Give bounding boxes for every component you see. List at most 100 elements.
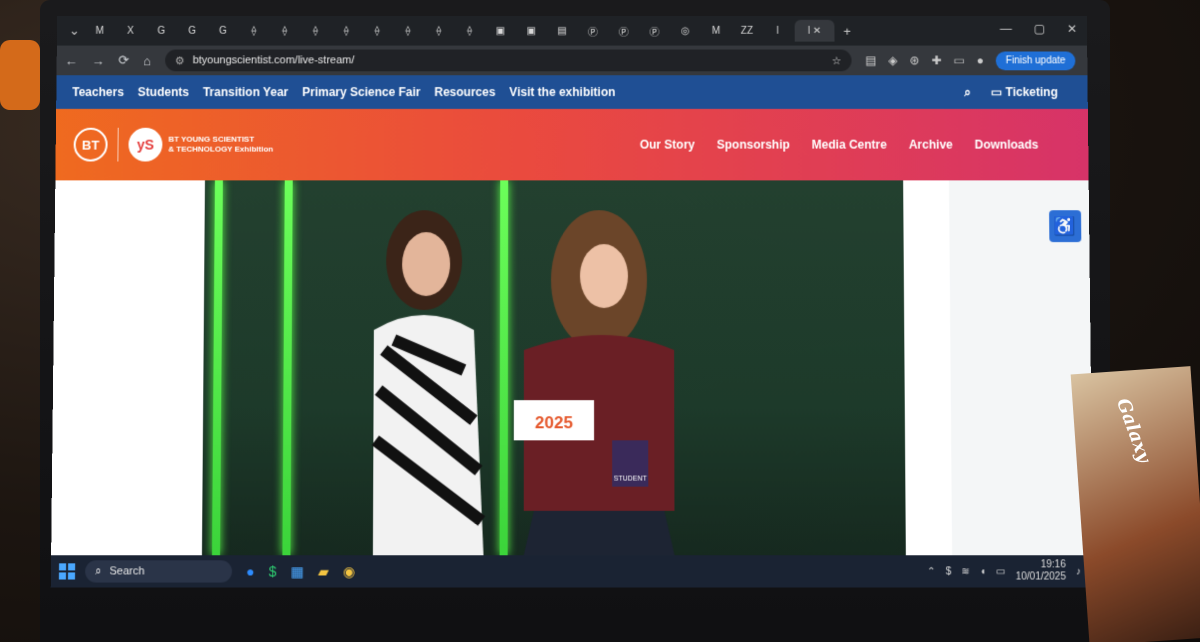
system-tray: ⌃ $ ≋ ◖ ▭ 19:16 10/01/2025 ♪ [927,559,1081,583]
search-icon: ⌕ [95,564,102,577]
extension-icon[interactable]: ▤ [865,53,876,67]
browser-tab[interactable]: G [209,20,237,42]
site-info-icon[interactable]: ⚙ [175,54,185,67]
stage-light-bar [212,180,223,556]
browser-tab[interactable]: ⟠ [456,20,484,42]
home-icon[interactable]: ⌂ [143,53,151,68]
mainnav-link[interactable]: Our Story [640,138,695,152]
address-bar: ← → ⟳ ⌂ ⚙ btyoungscientist.com/live-stre… [56,45,1088,76]
logo-divider [117,127,119,162]
card-year-text: 2025 [535,413,573,432]
taskbar-search[interactable]: ⌕ Search [85,560,233,583]
minimize-icon[interactable]: — [1000,22,1012,36]
topnav-link[interactable]: Teachers [72,85,124,99]
browser-tab[interactable]: ⟠ [301,20,329,42]
forward-icon[interactable]: → [91,53,104,68]
reload-icon[interactable]: ⟳ [118,52,129,68]
desk-cup [0,40,40,110]
live-stream-video[interactable]: STUDENT 2025 [201,180,906,556]
bookmark-star-icon[interactable]: ☆ [831,54,841,67]
close-icon[interactable]: ✕ [1067,22,1077,36]
site-top-nav: Teachers Students Transition Year Primary S… [56,75,1088,109]
url-input[interactable]: ⚙ btyoungscientist.com/live-stream/ ☆ [164,49,852,72]
topnav-link[interactable]: Resources [434,85,495,99]
active-tab[interactable]: l ✕ [794,19,835,42]
live-stream-area: STUDENT 2025 ♿ [51,180,1093,556]
maximize-icon[interactable]: ▢ [1034,22,1045,36]
battery-icon[interactable]: ▭ [996,566,1006,577]
topnav-link[interactable]: Primary Science Fair [302,85,420,99]
bt-logo[interactable]: BT [73,127,108,162]
student-figure: STUDENT 2025 [513,210,675,556]
new-tab-button[interactable]: + [843,23,851,38]
site-search-icon[interactable]: ⌕ [964,85,971,100]
taskbar-apps: ● $ ▦ ▰ ◉ [246,563,355,580]
browser-tab[interactable]: ⟠ [394,20,422,42]
browser-tab[interactable]: l [764,20,792,42]
topnav-link[interactable]: Transition Year [203,85,289,99]
site-header: BT yS BT YOUNG SCIENTIST & TECHNOLOGY Ex… [55,108,1089,181]
mainnav-link[interactable]: Archive [909,138,953,152]
url-text: btyoungscientist.com/live-stream/ [192,54,355,67]
windows-taskbar: ⌕ Search ● $ ▦ ▰ ◉ ⌃ $ ≋ ◖ ▭ 19:16 10/01… [50,555,1094,588]
dollar-icon[interactable]: $ [946,566,952,577]
window-controls: — ▢ ✕ [1000,22,1077,36]
browser-tab[interactable]: ◎ [671,20,699,42]
right-white-panel: ♿ [949,180,1093,556]
tab-search-icon[interactable]: ⌄ [69,23,80,39]
pdf-extension-icon[interactable]: ◈ [888,53,897,67]
presenter-figure [353,210,504,556]
browser-tab[interactable]: Ⓟ [610,20,638,42]
accessibility-icon[interactable]: ♿ [1049,210,1082,243]
browser-tab-strip: ⌄ M X G G G ⟠ ⟠ ⟠ ⟠ ⟠ ⟠ ⟠ ⟠ ▣ ▣ ▤ Ⓟ Ⓟ Ⓟ ◎ M ZZ l l ✕ + — ▢ ✕ [56,15,1088,46]
brand-text: BT YOUNG SCIENTIST & TECHNOLOGY Exhibiti… [168,134,274,154]
browser-tab[interactable]: ⟠ [363,20,391,42]
file-explorer-icon[interactable]: ▰ [318,563,329,580]
browser-tab[interactable]: G [147,20,175,42]
browser-tab[interactable]: M [702,20,730,42]
notification-bell-icon[interactable]: ♪ [1076,566,1081,577]
extension-icons: ▤ ◈ ⊛ ✚ ▭ ● [865,53,984,67]
laptop-screen: ⌄ M X G G G ⟠ ⟠ ⟠ ⟠ ⟠ ⟠ ⟠ ⟠ ▣ ▣ ▤ Ⓟ Ⓟ Ⓟ ◎ M ZZ l l ✕ + — ▢ ✕ ←… [50,15,1094,588]
browser-tab[interactable]: X [116,20,144,42]
browser-tab[interactable]: M [86,20,114,42]
photo-scene: ⌄ M X G G G ⟠ ⟠ ⟠ ⟠ ⟠ ⟠ ⟠ ⟠ ▣ ▣ ▤ Ⓟ Ⓟ Ⓟ ◎ M ZZ l l ✕ + — ▢ ✕ ←… [0,0,1200,642]
mainnav-link[interactable]: Downloads [975,138,1039,152]
zoom-app-icon[interactable]: ● [246,563,255,580]
mainnav-link[interactable]: Sponsorship [717,138,790,152]
browser-tab[interactable]: ▣ [486,20,514,42]
media-icon[interactable]: ▭ [953,53,964,67]
browser-tab[interactable]: Ⓟ [640,20,668,42]
browser-tab[interactable]: ▤ [548,20,576,42]
browser-tab[interactable]: Ⓟ [579,20,607,42]
browser-tab[interactable]: ⟠ [271,20,299,42]
volume-icon[interactable]: ◖ [980,566,986,577]
ys-logo[interactable]: yS [128,127,163,162]
browser-tab[interactable]: G [178,20,206,42]
store-app-icon[interactable]: ▦ [291,563,304,580]
stage-light-bar [282,180,293,556]
finance-app-icon[interactable]: $ [269,563,277,580]
browser-tab[interactable]: ▣ [517,20,545,42]
ticketing-link[interactable]: ▭ Ticketing [991,85,1058,99]
browser-tab[interactable]: ⟠ [332,20,360,42]
back-icon[interactable]: ← [65,53,78,68]
topnav-link[interactable]: Students [138,85,189,99]
topnav-link[interactable]: Visit the exhibition [509,85,615,99]
browser-tab[interactable]: ⟠ [240,20,268,42]
chrome-icon[interactable]: ◉ [343,563,355,580]
chevron-up-icon[interactable]: ⌃ [927,566,936,577]
main-nav: Our Story Sponsorship Media Centre Archive D… [640,138,1039,152]
browser-tab[interactable]: ZZ [733,20,761,42]
browser-tab[interactable]: ⟠ [425,20,453,42]
ticket-icon: ▭ [990,85,1003,100]
finish-update-button[interactable]: Finish update [995,51,1076,70]
extension-icon[interactable]: ⊛ [910,53,920,67]
puzzle-icon[interactable]: ✚ [931,53,941,67]
student-badge-text: STUDENT [614,476,648,483]
windows-start-icon[interactable] [58,563,76,580]
wifi-icon[interactable]: ≋ [961,566,970,577]
profile-avatar[interactable]: ● [977,53,984,67]
mainnav-link[interactable]: Media Centre [812,138,887,152]
clock[interactable]: 19:16 10/01/2025 [1015,559,1066,583]
